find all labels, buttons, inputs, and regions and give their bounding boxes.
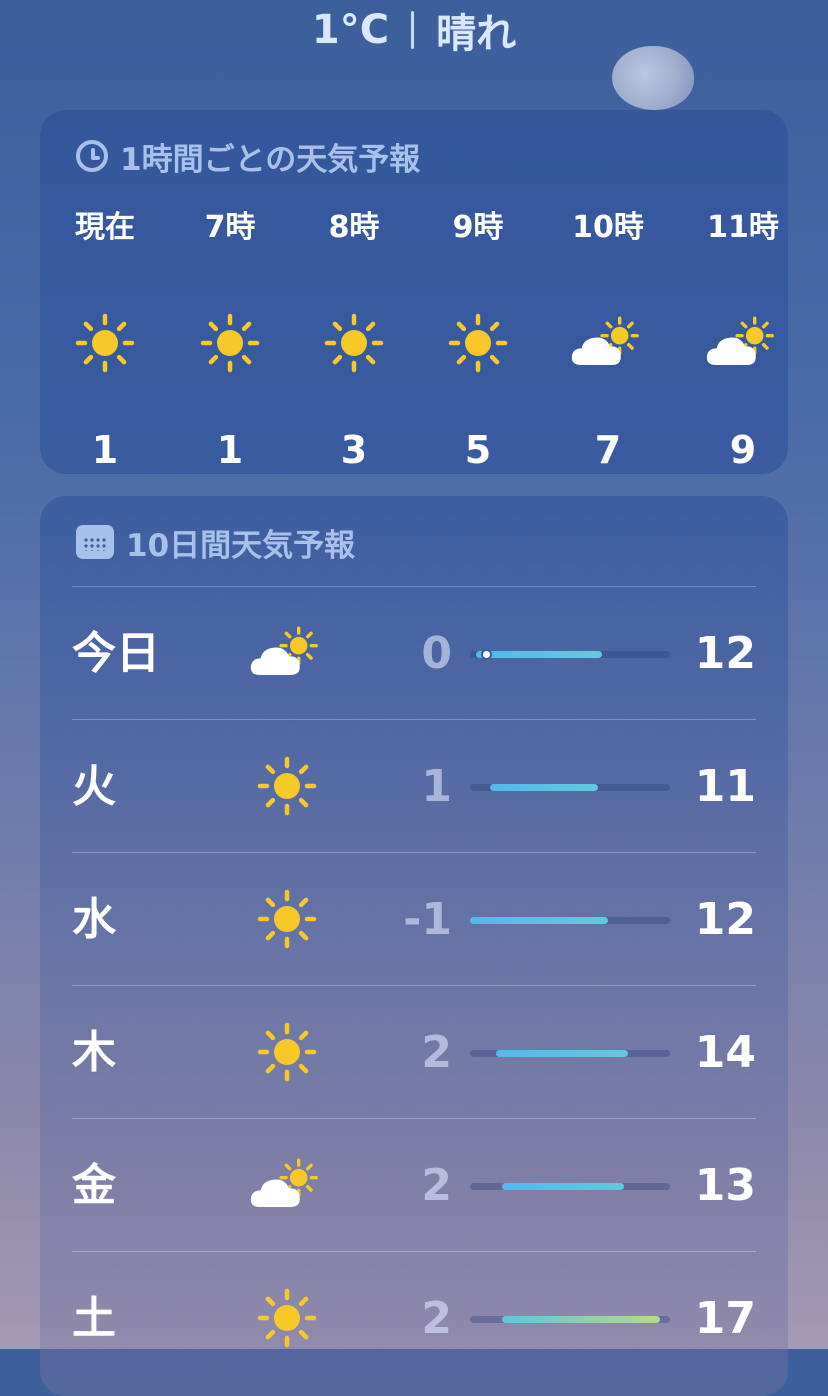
current-condition: 晴れ [436, 11, 517, 57]
temperature-range-bar [470, 1316, 670, 1323]
daily-forecast-row[interactable]: 土 2 17 [72, 1251, 756, 1385]
high-temperature: 12 [694, 628, 756, 679]
current-conditions: 1°C 晴れ [0, 0, 828, 60]
sun-icon [242, 750, 332, 822]
low-temperature: 2 [421, 1160, 452, 1211]
hour-time: 9時 [452, 210, 504, 245]
partly-cloudy-icon [688, 308, 788, 378]
current-temp-marker [481, 649, 492, 660]
daily-forecast-row[interactable]: 金 2 13 [72, 1118, 756, 1252]
low-temperature: 0 [421, 628, 452, 679]
daily-forecast-row[interactable]: 今日 0 12 [72, 586, 756, 720]
high-temperature: 13 [694, 1160, 756, 1211]
high-temperature: 14 [694, 1027, 756, 1078]
hour-column: 11時 9 [688, 206, 788, 472]
sun-icon [242, 1282, 332, 1354]
hour-time: 8時 [328, 210, 380, 245]
partly-cloudy-icon [242, 617, 332, 689]
day-name: 木 [72, 1027, 116, 1078]
hour-temperature: 3 [340, 428, 368, 472]
day-name: 金 [72, 1160, 116, 1211]
hour-temperature: 5 [464, 428, 492, 472]
sun-icon [242, 883, 332, 955]
sun-icon [423, 308, 533, 378]
hour-time: 7時 [204, 210, 256, 245]
hour-temperature: 1 [91, 428, 119, 472]
sun-icon [299, 308, 409, 378]
moon-icon [612, 46, 694, 110]
hour-temperature: 1 [216, 428, 244, 472]
sun-icon [175, 308, 285, 378]
temperature-range-bar [470, 649, 670, 660]
hour-time: 現在 [75, 210, 135, 245]
hourly-forecast-header: 1時間ごとの天気予報 [76, 138, 420, 178]
hour-time: 11時 [707, 210, 779, 245]
sun-icon [242, 1016, 332, 1088]
hour-column: 10時 7 [553, 206, 663, 472]
current-temperature: 1°C [311, 7, 390, 53]
day-name: 土 [72, 1293, 116, 1344]
daily-forecast-header: 10日間天気予報 [76, 524, 355, 564]
hourly-forecast-card[interactable]: 1時間ごとの天気予報 現在 1 7時 1 8時 3 9時 5 10時 7 11時 9 [40, 110, 788, 474]
low-temperature: 2 [421, 1293, 452, 1344]
high-temperature: 12 [694, 894, 756, 945]
day-name: 今日 [72, 628, 160, 679]
hour-temperature: 9 [729, 428, 757, 472]
high-temperature: 17 [694, 1293, 756, 1344]
clock-icon [76, 140, 108, 172]
hour-column: 8時 3 [299, 206, 409, 472]
high-temperature: 11 [694, 761, 756, 812]
temperature-range-fill [476, 651, 602, 658]
partly-cloudy-icon [242, 1149, 332, 1221]
temperature-range-fill [502, 1183, 624, 1190]
temperature-range-bar [470, 1050, 670, 1057]
hour-column: 9時 5 [423, 206, 533, 472]
low-temperature: 2 [421, 1027, 452, 1078]
hour-temperature: 7 [594, 428, 622, 472]
hour-column: 現在 1 [50, 206, 160, 472]
day-name: 水 [72, 894, 116, 945]
temperature-range-bar [470, 1183, 670, 1190]
temperature-range-fill [470, 917, 608, 924]
temperature-range-fill [496, 1050, 628, 1057]
divider [411, 11, 415, 49]
low-temperature: 1 [421, 761, 452, 812]
daily-forecast-row[interactable]: 火 1 11 [72, 719, 756, 853]
calendar-icon [76, 525, 114, 559]
day-name: 火 [72, 761, 116, 812]
low-temperature: -1 [403, 894, 452, 945]
temperature-range-fill [502, 1316, 660, 1323]
partly-cloudy-icon [553, 308, 663, 378]
temperature-range-fill [490, 784, 598, 791]
hourly-forecast-title: 1時間ごとの天気予報 [120, 141, 421, 178]
daily-forecast-title: 10日間天気予報 [126, 527, 356, 564]
temperature-range-bar [470, 784, 670, 791]
sun-icon [50, 308, 160, 378]
daily-forecast-card[interactable]: 10日間天気予報 今日 0 12 火 1 11 水 -1 12 木 2 14 金… [40, 496, 788, 1396]
temperature-range-bar [470, 917, 670, 924]
hour-column: 7時 1 [175, 206, 285, 472]
daily-forecast-row[interactable]: 木 2 14 [72, 985, 756, 1119]
hour-time: 10時 [572, 210, 644, 245]
daily-forecast-row[interactable]: 水 -1 12 [72, 852, 756, 986]
